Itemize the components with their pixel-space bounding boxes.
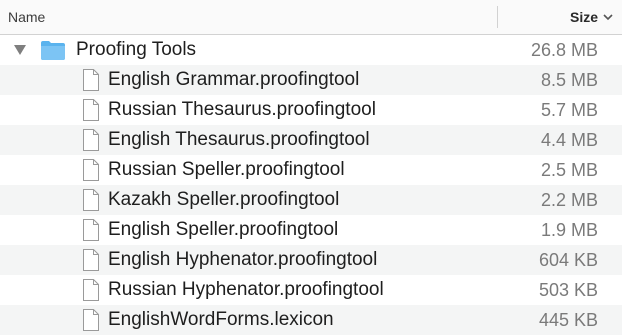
document-icon (83, 99, 99, 121)
document-icon (83, 69, 99, 91)
file-name: Russian Thesaurus.proofingtool (108, 99, 376, 120)
folder-size: 26.8 MB (530, 40, 598, 60)
file-size: 5.7 MB (540, 100, 598, 120)
file-size: 1.9 MB (540, 220, 598, 240)
folder-name: Proofing Tools (76, 39, 197, 60)
document-icon (83, 219, 99, 241)
file-size: 4.4 MB (540, 130, 598, 150)
file-size: 604 KB (538, 250, 598, 270)
file-name: English Hyphenator.proofingtool (108, 249, 378, 270)
document-icon (83, 189, 99, 211)
file-row[interactable]: Russian Thesaurus.proofingtool 5.7 MB (0, 95, 622, 125)
file-list: Proofing Tools 26.8 MB English Grammar.p… (0, 35, 622, 335)
folder-row[interactable]: Proofing Tools 26.8 MB (0, 35, 622, 65)
document-icon (83, 249, 99, 271)
column-header-bar: Name Size (0, 0, 622, 35)
folder-icon (41, 41, 65, 60)
file-row[interactable]: English Hyphenator.proofingtool 604 KB (0, 245, 622, 275)
file-row[interactable]: English Grammar.proofingtool 8.5 MB (0, 65, 622, 95)
file-row[interactable]: EnglishWordForms.lexicon 445 KB (0, 305, 622, 335)
file-size: 8.5 MB (540, 70, 598, 90)
document-icon (83, 279, 99, 301)
file-size: 445 KB (538, 310, 598, 330)
document-icon (83, 159, 99, 181)
file-name: English Speller.proofingtool (108, 219, 339, 240)
document-icon (83, 129, 99, 151)
column-header-name[interactable]: Name (8, 0, 45, 34)
column-divider[interactable] (497, 6, 498, 28)
file-row[interactable]: English Thesaurus.proofingtool 4.4 MB (0, 125, 622, 155)
file-name: Kazakh Speller.proofingtool (108, 189, 340, 210)
file-name: Russian Hyphenator.proofingtool (108, 279, 384, 300)
file-name: English Grammar.proofingtool (108, 69, 360, 90)
file-name: Russian Speller.proofingtool (108, 159, 345, 180)
finder-list-window: Name Size Proofing Tools 26.8 MB English… (0, 0, 622, 336)
document-icon (83, 309, 99, 331)
file-size: 2.5 MB (540, 160, 598, 180)
file-size: 2.2 MB (540, 190, 598, 210)
file-row[interactable]: Russian Hyphenator.proofingtool 503 KB (0, 275, 622, 305)
file-name: English Thesaurus.proofingtool (108, 129, 370, 150)
file-name: EnglishWordForms.lexicon (108, 309, 334, 330)
disclosure-triangle-icon[interactable] (13, 44, 27, 56)
file-row[interactable]: Russian Speller.proofingtool 2.5 MB (0, 155, 622, 185)
file-row[interactable]: English Speller.proofingtool 1.9 MB (0, 215, 622, 245)
file-size: 503 KB (538, 280, 598, 300)
column-header-size-label: Size (569, 9, 598, 25)
chevron-down-icon (603, 14, 613, 21)
column-header-size[interactable]: Size (570, 0, 614, 34)
file-row[interactable]: Kazakh Speller.proofingtool 2.2 MB (0, 185, 622, 215)
